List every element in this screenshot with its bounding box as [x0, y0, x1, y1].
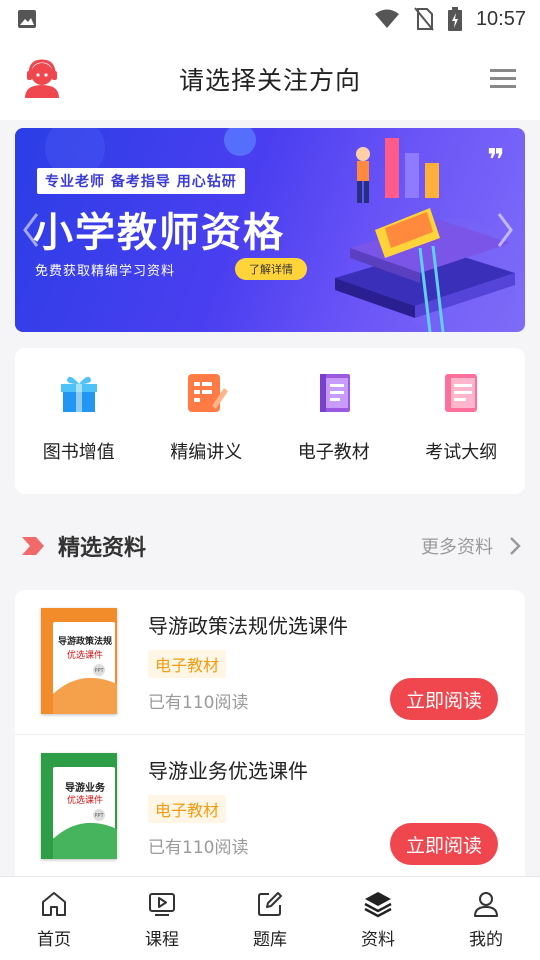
banner-title: 小学教师资格: [33, 210, 285, 256]
material-tag: 电子教材: [148, 650, 227, 678]
nav-label: 课程: [145, 930, 179, 950]
cover-title: 导游业务: [65, 783, 105, 794]
section-header: 精选资料 更多资料: [20, 528, 525, 564]
cover-subtitle: 优选课件: [66, 796, 103, 806]
materials-list: PPT 导游政策法规 优选课件 导游政策法规优选课件 电子教材 已有110阅读 …: [15, 590, 525, 890]
cover-title: 导游政策法规: [57, 637, 112, 647]
nav-label: 首页: [37, 930, 71, 950]
nav-item-materials[interactable]: 资料: [324, 877, 432, 960]
banner-next-arrow-icon[interactable]: [495, 212, 515, 248]
app-header: 请选择关注方向: [0, 38, 540, 120]
home-icon: [42, 892, 66, 916]
status-bar: 10:57: [0, 0, 540, 38]
status-time: 10:57: [475, 7, 526, 30]
nav-item-home[interactable]: 首页: [0, 877, 108, 960]
image-icon: [18, 10, 36, 28]
bottom-nav: 首页 课程 题库 资料 我的: [0, 876, 540, 960]
material-tag: 电子教材: [148, 795, 227, 823]
banner-learn-more-button[interactable]: 了解详情: [235, 258, 307, 280]
more-materials-link[interactable]: 更多资料: [421, 533, 493, 559]
nav-item-question-bank[interactable]: 题库: [216, 877, 324, 960]
nav-item-courses[interactable]: 课程: [108, 877, 216, 960]
no-sim-icon: [414, 7, 434, 31]
category-label: 考试大纲: [425, 442, 498, 463]
cover-subtitle: 优选课件: [66, 651, 103, 661]
read-now-button[interactable]: 立即阅读: [390, 823, 498, 865]
read-now-button[interactable]: 立即阅读: [390, 678, 498, 720]
headset-avatar-icon[interactable]: [22, 58, 62, 98]
battery-charging-icon: [447, 7, 462, 31]
page-title[interactable]: 请选择关注方向: [179, 61, 361, 97]
material-title[interactable]: 导游政策法规优选课件: [148, 610, 348, 639]
category-label: 电子教材: [297, 442, 370, 463]
user-icon: [474, 892, 498, 917]
svg-text:PPT: PPT: [94, 668, 104, 674]
svg-text:PPT: PPT: [94, 813, 104, 819]
video-play-icon: [149, 893, 175, 916]
category-label: 精编讲义: [170, 442, 243, 463]
category-label: 图书增值: [42, 442, 115, 463]
gift-box-icon: [60, 376, 97, 412]
list-item[interactable]: PPT 导游业务 优选课件 导游业务优选课件 电子教材 已有110阅读 立即阅读: [15, 734, 525, 878]
chevron-right-icon[interactable]: [509, 536, 521, 556]
nav-label: 我的: [469, 930, 503, 950]
material-reads: 已有110阅读: [148, 693, 249, 713]
banner-subtitle: 免费获取精编学习资料: [35, 264, 176, 279]
category-panel: 图书增值 精编讲义 电子教材 考试大纲: [15, 348, 525, 494]
edit-icon: [258, 892, 282, 916]
material-cover: PPT 导游政策法规 优选课件: [41, 608, 117, 714]
list-item[interactable]: PPT 导游政策法规 优选课件 导游政策法规优选课件 电子教材 已有110阅读 …: [15, 590, 525, 734]
books-illustration-icon: ❞: [335, 138, 515, 332]
promo-banner[interactable]: 专业老师 备考指导 用心钻研 小学教师资格 免费获取精编学习资料 了解详情 ❞: [15, 128, 525, 332]
notebook-pen-icon: [188, 374, 229, 412]
section-chevron-mark-icon: [22, 537, 44, 555]
nav-item-profile[interactable]: 我的: [432, 877, 540, 960]
layers-icon: [364, 892, 392, 918]
section-title: 精选资料: [58, 536, 147, 561]
svg-text:❞: ❞: [487, 143, 505, 178]
hamburger-menu-icon[interactable]: [488, 66, 518, 90]
material-cover: PPT 导游业务 优选课件: [41, 753, 117, 859]
banner-tag: 专业老师 备考指导 用心钻研: [37, 168, 245, 194]
category-item-book-value[interactable]: 图书增值: [15, 348, 143, 494]
banner-prev-arrow-icon[interactable]: [21, 212, 41, 248]
nav-label: 题库: [253, 930, 287, 950]
document-list-icon: [445, 374, 478, 412]
ebook-icon: [319, 374, 350, 412]
category-item-ebook[interactable]: 电子教材: [270, 348, 398, 494]
category-item-notes[interactable]: 精编讲义: [143, 348, 271, 494]
material-title[interactable]: 导游业务优选课件: [148, 755, 308, 784]
material-reads: 已有110阅读: [148, 838, 249, 858]
category-item-syllabus[interactable]: 考试大纲: [398, 348, 526, 494]
wifi-icon: [374, 9, 399, 28]
nav-label: 资料: [361, 930, 395, 950]
